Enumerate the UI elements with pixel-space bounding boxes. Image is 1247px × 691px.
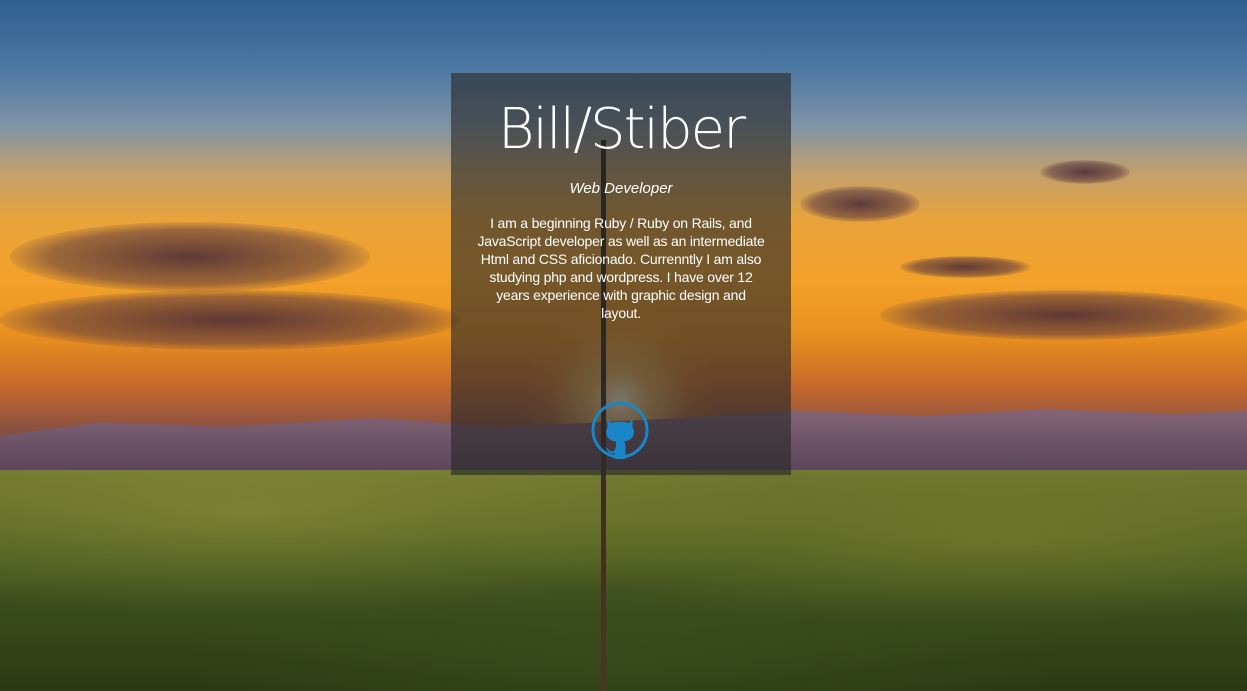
page-title: Bill/Stiber	[497, 97, 746, 162]
cloud	[900, 256, 1030, 278]
job-title: Web Developer	[569, 180, 673, 197]
github-octocat-icon	[591, 401, 649, 459]
cloud	[880, 290, 1247, 340]
cloud	[1040, 160, 1130, 184]
cloud	[10, 222, 370, 292]
github-link[interactable]	[591, 401, 649, 459]
cloud	[800, 186, 920, 222]
profile-card: Bill/Stiber Web Developer I am a beginni…	[451, 73, 791, 475]
grassy-ground	[0, 470, 1247, 691]
cloud	[0, 290, 460, 350]
bio-text: I am a beginning Ruby / Ruby on Rails, a…	[477, 215, 765, 321]
